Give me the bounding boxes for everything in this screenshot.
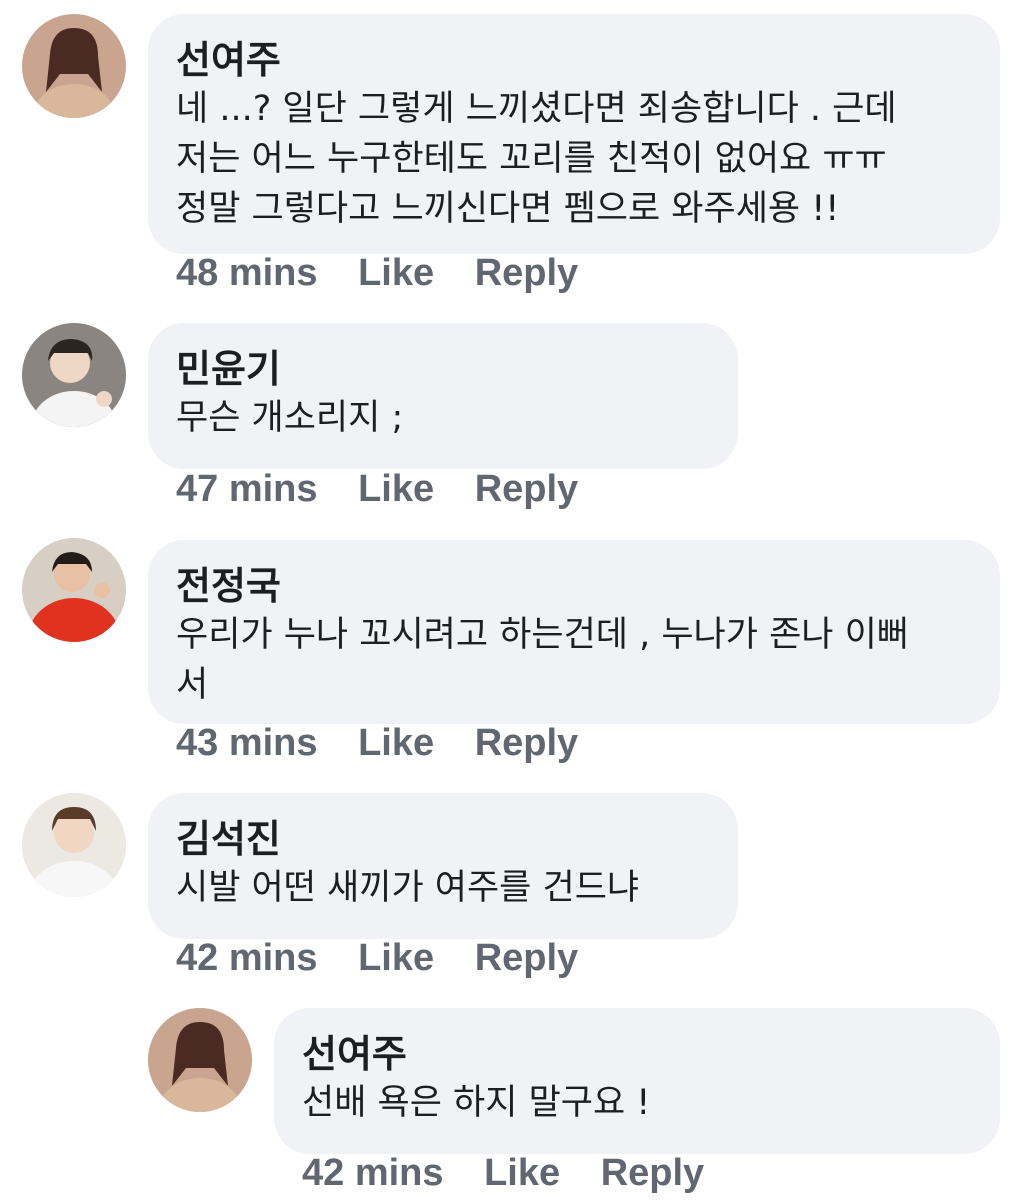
- comment-bubble: 선여주 네 ...? 일단 그렇게 느끼셨다면 죄송합니다 . 근데 저는 어느…: [148, 14, 1000, 254]
- comment-timestamp[interactable]: 42 mins: [302, 1152, 444, 1194]
- reply-button[interactable]: Reply: [475, 722, 578, 764]
- user-avatar-icon: [22, 538, 126, 642]
- comment-bubble: 민윤기 무슨 개소리지 ;: [148, 323, 738, 469]
- comment-meta: 48 mins Like Reply: [176, 252, 608, 295]
- comment-bubble: 전정국 우리가 누나 꼬시려고 하는건데 , 누나가 존나 이뻐 서: [148, 540, 1000, 724]
- like-button[interactable]: Like: [358, 252, 434, 294]
- comment-author[interactable]: 선여주: [176, 36, 972, 84]
- comment-meta: 43 mins Like Reply: [176, 722, 608, 765]
- reply-button[interactable]: Reply: [475, 468, 578, 510]
- comment-author[interactable]: 전정국: [176, 562, 972, 610]
- comment-text: 시발 어떤 새끼가 여주를 건드냐: [176, 868, 640, 908]
- reply-button[interactable]: Reply: [475, 252, 578, 294]
- comment-bubble: 김석진 시발 어떤 새끼가 여주를 건드냐: [148, 793, 738, 939]
- comment-meta: 42 mins Like Reply: [176, 937, 608, 980]
- comment-author[interactable]: 김석진: [176, 815, 710, 863]
- comment-timestamp[interactable]: 42 mins: [176, 937, 318, 979]
- reply-button[interactable]: Reply: [475, 937, 578, 979]
- comment-text: 네 ...? 일단 그렇게 느끼셨다면 죄송합니다 . 근데 저는 어느 누구한…: [176, 89, 897, 229]
- comment-timestamp[interactable]: 48 mins: [176, 252, 318, 294]
- avatar[interactable]: [22, 14, 126, 118]
- comment-bubble: 선여주 선배 욕은 하지 말구요 !: [274, 1008, 1000, 1154]
- user-avatar-icon: [148, 1008, 252, 1112]
- like-button[interactable]: Like: [484, 1152, 560, 1194]
- avatar[interactable]: [22, 323, 126, 427]
- comment-meta: 42 mins Like Reply: [302, 1152, 734, 1195]
- avatar[interactable]: [22, 538, 126, 642]
- comment-text: 선배 욕은 하지 말구요 !: [302, 1083, 651, 1123]
- comment-author[interactable]: 선여주: [302, 1030, 972, 1078]
- comment-timestamp[interactable]: 47 mins: [176, 468, 318, 510]
- user-avatar-icon: [22, 323, 126, 427]
- reply-button[interactable]: Reply: [601, 1152, 704, 1194]
- user-avatar-icon: [22, 793, 126, 897]
- comment-text: 무슨 개소리지 ;: [176, 398, 404, 438]
- comment-timestamp[interactable]: 43 mins: [176, 722, 318, 764]
- like-button[interactable]: Like: [358, 722, 434, 764]
- avatar[interactable]: [22, 793, 126, 897]
- avatar[interactable]: [148, 1008, 252, 1112]
- like-button[interactable]: Like: [358, 468, 434, 510]
- comment-author[interactable]: 민윤기: [176, 345, 710, 393]
- user-avatar-icon: [22, 14, 126, 118]
- comment-meta: 47 mins Like Reply: [176, 468, 608, 511]
- like-button[interactable]: Like: [358, 937, 434, 979]
- comment-text: 우리가 누나 꼬시려고 하는건데 , 누나가 존나 이뻐 서: [176, 615, 910, 705]
